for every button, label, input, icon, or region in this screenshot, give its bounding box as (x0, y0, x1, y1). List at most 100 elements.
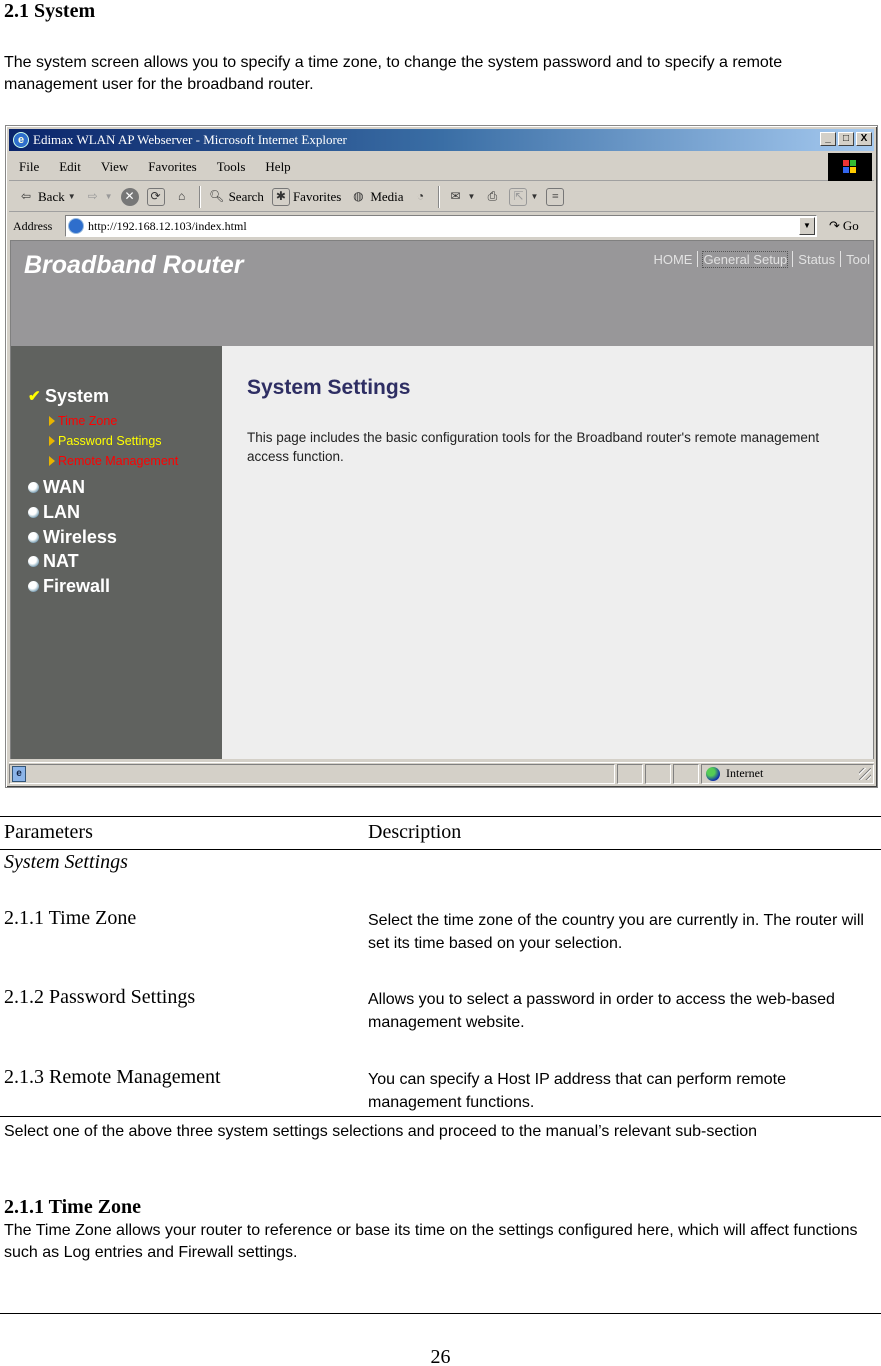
sidebar-subitem-label: Remote Management (58, 454, 179, 468)
page-icon (68, 218, 84, 234)
address-dropdown-button[interactable]: ▼ (799, 217, 815, 235)
home-icon: ⌂ (177, 189, 186, 203)
sidebar-item-firewall[interactable]: Firewall (28, 576, 110, 597)
sidebar-item-wireless[interactable]: Wireless (28, 527, 117, 548)
table-row-name: 2.1.1 Time Zone (4, 907, 137, 929)
bullet-icon (28, 532, 39, 543)
table-bottom-rule (0, 1116, 881, 1117)
favorites-label: Favorites (292, 188, 342, 204)
browser-window: e Edimax WLAN AP Webserver - Microsoft I… (5, 125, 878, 788)
nav-separator (792, 251, 794, 267)
nav-separator (840, 251, 842, 267)
mail-icon: ✉ (450, 189, 461, 203)
refresh-button[interactable]: ⟳ (146, 187, 165, 206)
zone-label: Internet (726, 766, 764, 780)
refresh-icon: ⟳ (146, 187, 165, 206)
sidebar-subitem-password-settings[interactable]: Password Settings (49, 434, 162, 448)
top-nav-home[interactable]: HOME (653, 252, 692, 267)
print-icon: ⎙ (487, 189, 498, 203)
toolbar-separator (437, 185, 439, 208)
table-group-label: System Settings (4, 851, 128, 873)
address-input[interactable]: http://192.168.12.103/index.html ▼ (65, 215, 817, 237)
forward-arrow-icon: ⇨ (87, 189, 98, 203)
sidebar-item-label: Wireless (43, 527, 117, 547)
minimize-button[interactable]: _ (820, 132, 836, 146)
print-button[interactable]: ⎙ (483, 188, 501, 206)
nav-separator (697, 251, 699, 267)
go-label: Go (842, 218, 859, 233)
content-description: This page includes the basic configurati… (247, 430, 820, 464)
column-header-description: Description (368, 821, 462, 843)
table-header-rule (0, 849, 881, 850)
search-label: Search (228, 188, 264, 204)
table-row-description: You can specify a Host IP address that c… (368, 1071, 786, 1111)
back-button[interactable]: ⇦ Back ▼ (17, 188, 76, 206)
arrow-right-icon (49, 416, 55, 426)
sidebar-item-lan[interactable]: LAN (28, 502, 80, 523)
chevron-down-icon[interactable]: ▼ (468, 192, 476, 201)
page-viewport: Broadband Router HOME General Setup Stat… (10, 240, 874, 759)
top-nav-status[interactable]: Status (798, 252, 835, 267)
chevron-down-icon[interactable]: ▼ (105, 192, 113, 201)
media-button[interactable]: ◍ Media (349, 188, 403, 206)
address-label: Address (13, 218, 53, 233)
menu-favorites[interactable]: Favorites (148, 159, 196, 175)
menu-tools[interactable]: Tools (217, 159, 246, 175)
menu-file[interactable]: File (19, 159, 39, 175)
intro-paragraph: The system screen allows you to specify … (4, 54, 783, 93)
menu-view[interactable]: View (101, 159, 128, 175)
status-pane (617, 763, 643, 784)
arrow-right-icon (49, 456, 55, 466)
forward-button[interactable]: ⇨ ▼ (84, 188, 113, 206)
sidebar-item-label: System (45, 386, 110, 406)
chevron-down-icon[interactable]: ▼ (68, 192, 76, 201)
close-button[interactable]: X (856, 132, 872, 146)
sidebar-item-nat[interactable]: NAT (28, 551, 79, 572)
ie-logo-icon: e (13, 132, 29, 148)
stop-button[interactable]: ✕ (120, 187, 139, 206)
top-nav-tool[interactable]: Tool (846, 252, 870, 267)
discuss-button[interactable]: ≡ (546, 187, 565, 206)
sidebar-item-label: WAN (43, 477, 85, 497)
ie-page-icon: e (12, 765, 26, 782)
status-pane (645, 763, 671, 784)
url-text: http://192.168.12.103/index.html (88, 218, 247, 233)
maximize-button[interactable]: □ (838, 132, 854, 146)
table-row-description: Allows you to select a password in order… (368, 991, 835, 1031)
top-nav: HOME General Setup Status Tool (653, 250, 870, 268)
chevron-down-icon[interactable]: ▼ (530, 192, 538, 201)
sidebar-subitem-remote-management[interactable]: Remote Management (49, 454, 178, 468)
mail-button[interactable]: ✉ ▼ (447, 188, 476, 206)
favorites-button[interactable]: ✱ Favorites (271, 187, 342, 206)
history-button[interactable]: ◔ (412, 188, 430, 206)
sidebar-item-label: NAT (43, 551, 79, 571)
menu-bar: File Edit View Favorites Tools Help (9, 153, 874, 181)
toolbar: ⇦ Back ▼ ⇨ ▼ ✕ ⟳ ⌂ 🔍︎ Search ✱ Favorites… (9, 182, 874, 212)
table-top-rule (0, 816, 881, 817)
column-header-parameters: Parameters (4, 821, 93, 843)
top-nav-general-setup[interactable]: General Setup (702, 250, 789, 268)
sidebar-subitem-time-zone[interactable]: Time Zone (49, 414, 117, 428)
menu-help[interactable]: Help (265, 159, 290, 175)
sidebar-item-system[interactable]: ✔ System (28, 386, 109, 407)
globe-icon (706, 766, 720, 781)
content-title: System Settings (247, 376, 411, 399)
bullet-icon (28, 581, 39, 592)
search-button[interactable]: 🔍︎ Search (208, 188, 264, 206)
go-button[interactable]: ↷ Go (829, 218, 859, 234)
sidebar-subitem-label: Time Zone (58, 414, 118, 428)
sidebar-item-wan[interactable]: WAN (28, 477, 85, 498)
menu-edit[interactable]: Edit (59, 159, 81, 175)
back-arrow-icon: ⇦ (20, 189, 32, 203)
table-row-name: 2.1.3 Remote Management (4, 1066, 221, 1088)
sidebar-item-label: LAN (43, 502, 80, 522)
title-bar: e Edimax WLAN AP Webserver - Microsoft I… (9, 129, 874, 151)
footer-rule (0, 1313, 881, 1314)
edit-button[interactable]: ⇱ ▼ (509, 187, 538, 206)
media-icon: ◍ (353, 189, 364, 203)
page-number: 26 (430, 1346, 451, 1366)
resize-grip-icon[interactable] (859, 767, 871, 780)
home-button[interactable]: ⌂ (173, 188, 191, 206)
window-title: Edimax WLAN AP Webserver - Microsoft Int… (33, 132, 347, 147)
bullet-icon (28, 556, 39, 567)
